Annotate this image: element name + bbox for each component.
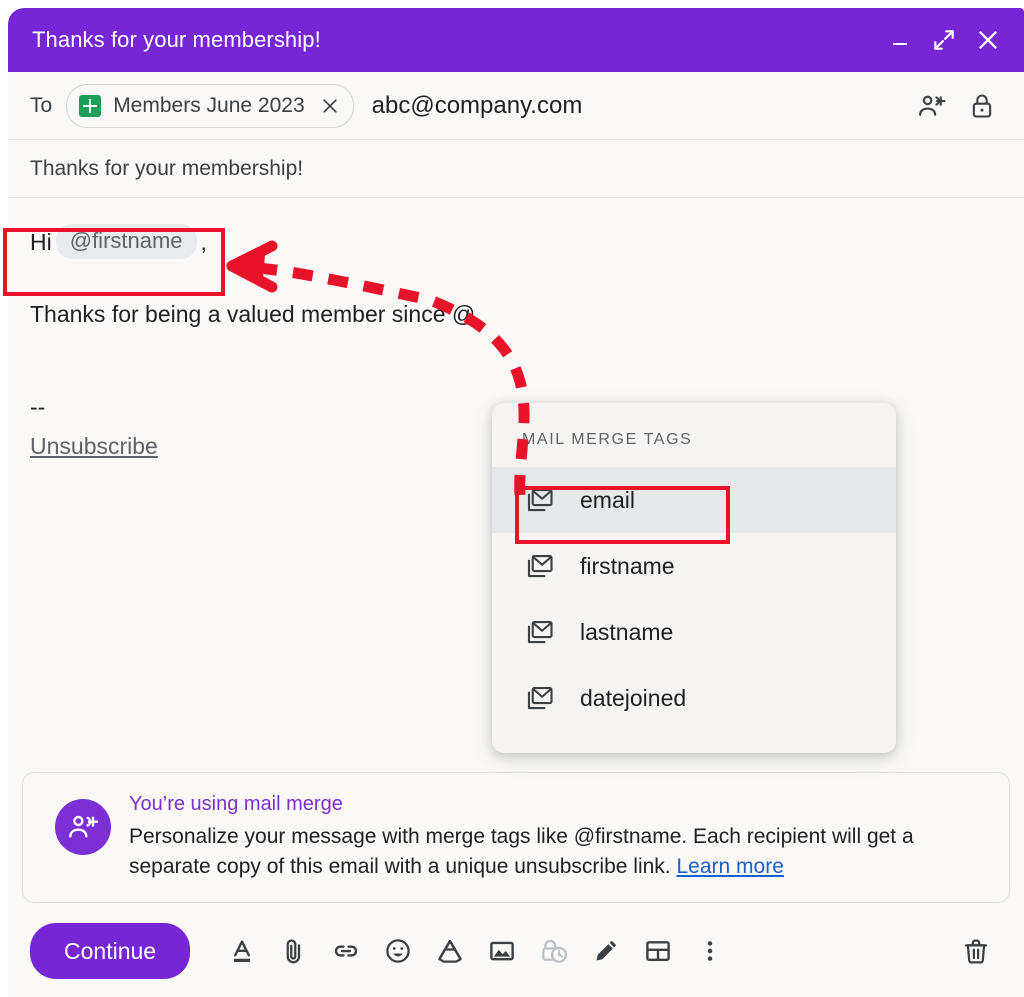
subject-row[interactable]: Thanks for your membership! (8, 140, 1024, 198)
mail-merge-icon (522, 483, 556, 517)
banner-description: Personalize your message with merge tags… (129, 822, 989, 882)
unsubscribe-link[interactable]: Unsubscribe (30, 433, 158, 460)
banner-text: You’re using mail merge Personalize your… (129, 791, 989, 882)
insert-drive-icon[interactable] (424, 925, 476, 977)
merge-item-label: datejoined (580, 685, 686, 712)
insert-emoji-icon[interactable] (372, 925, 424, 977)
lock-icon[interactable] (962, 86, 1002, 126)
formatting-options-icon[interactable] (216, 925, 268, 977)
chip-remove-icon[interactable] (313, 89, 347, 123)
page-title: Thanks for your membership! (32, 27, 878, 53)
merge-item-email[interactable]: email (492, 467, 896, 533)
mail-merge-icon (522, 615, 556, 649)
confidential-mode-icon[interactable] (528, 925, 580, 977)
insert-photo-icon[interactable] (476, 925, 528, 977)
merge-item-firstname[interactable]: firstname (492, 533, 896, 599)
add-recipients-icon[interactable] (912, 86, 952, 126)
compose-toolbar: Continue (8, 906, 1024, 996)
merge-item-label: lastname (580, 619, 673, 646)
continue-button[interactable]: Continue (30, 923, 190, 979)
mail-merge-icon (522, 549, 556, 583)
expand-icon[interactable] (922, 18, 966, 62)
merge-item-label: email (580, 487, 635, 514)
message-body[interactable]: Hi @firstname , Thanks for being a value… (8, 198, 1024, 734)
insert-link-icon[interactable] (320, 925, 372, 977)
minimize-icon[interactable] (878, 18, 922, 62)
merge-item-datejoined[interactable]: datejoined (492, 665, 896, 731)
compose-titlebar: Thanks for your membership! (8, 8, 1024, 72)
recipient-email-text[interactable]: abc@company.com (372, 92, 902, 120)
subject-value: Thanks for your membership! (30, 157, 303, 181)
compose-window: Thanks for your membership! To (8, 8, 1024, 997)
merge-item-label: firstname (580, 553, 675, 580)
add-people-icon (55, 799, 111, 855)
mail-merge-banner: You’re using mail merge Personalize your… (22, 772, 1010, 903)
google-sheets-icon (79, 95, 101, 117)
greeting-prefix: Hi (30, 225, 52, 259)
to-label: To (30, 94, 52, 118)
recipients-row: To Members June 2023 abc@company.com (8, 72, 1024, 140)
merge-tag-chip[interactable]: @firstname (56, 224, 197, 259)
greeting-suffix: , (201, 225, 207, 259)
mail-merge-tags-dropdown: MAIL MERGE TAGS email (492, 403, 896, 753)
body-paragraph: Thanks for being a valued member since @ (30, 297, 1002, 331)
insert-signature-icon[interactable] (580, 925, 632, 977)
learn-more-link[interactable]: Learn more (676, 855, 783, 878)
banner-title: You’re using mail merge (129, 793, 989, 816)
banner-description-text: Personalize your message with merge tags… (129, 825, 914, 878)
discard-draft-icon[interactable] (950, 925, 1002, 977)
recipient-chip-label: Members June 2023 (113, 94, 304, 118)
more-options-icon[interactable] (684, 925, 736, 977)
dropdown-header: MAIL MERGE TAGS (492, 419, 896, 467)
close-icon[interactable] (966, 18, 1010, 62)
mail-merge-icon (522, 681, 556, 715)
attach-file-icon[interactable] (268, 925, 320, 977)
layout-icon[interactable] (632, 925, 684, 977)
merge-item-lastname[interactable]: lastname (492, 599, 896, 665)
recipient-chip[interactable]: Members June 2023 (66, 84, 353, 128)
greeting-line: Hi @firstname , (30, 224, 1002, 259)
